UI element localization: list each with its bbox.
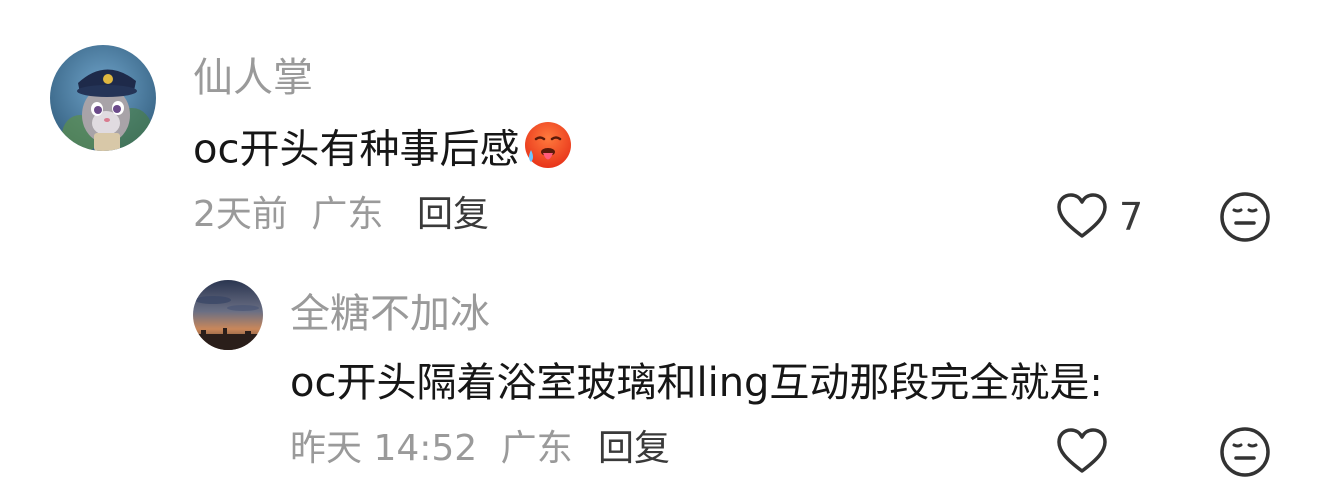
heart-icon xyxy=(1057,428,1107,473)
reply-username[interactable]: 全糖不加冰 xyxy=(290,294,490,334)
comment-username[interactable]: 仙人掌 xyxy=(193,58,313,98)
reply-content: oc开头隔着浴室玻璃和ling互动那段完全就是: xyxy=(290,360,1103,406)
like-button[interactable] xyxy=(1056,427,1108,475)
comment-content: oc开头有种事后感 xyxy=(193,122,573,177)
hot-face-emoji xyxy=(523,120,573,177)
dislike-button[interactable] xyxy=(1219,426,1271,478)
comment-item: 仙人掌 oc开头有种事后感 2天前 广东 回复 7 xyxy=(0,0,1320,260)
like-button[interactable] xyxy=(1056,192,1108,240)
reply-button[interactable]: 回复 xyxy=(417,197,489,233)
comment-location: 广东 xyxy=(311,194,384,235)
like-count: 7 xyxy=(1119,195,1144,239)
reply-time: 昨天 14:52 xyxy=(290,428,478,469)
reply-button[interactable]: 回复 xyxy=(598,431,670,467)
comment-meta: 2天前 广东 xyxy=(193,197,383,233)
reply-location: 广东 xyxy=(500,428,573,469)
reply-meta: 昨天 14:52 广东 xyxy=(290,431,573,467)
comment-text: oc开头有种事后感 xyxy=(193,126,520,173)
dislike-button[interactable] xyxy=(1219,191,1271,243)
reply-avatar[interactable] xyxy=(193,280,263,350)
heart-icon xyxy=(1057,193,1107,238)
expressionless-face-icon xyxy=(1220,192,1270,242)
comment-time: 2天前 xyxy=(193,194,288,235)
expressionless-face-icon xyxy=(1220,427,1270,477)
avatar[interactable] xyxy=(50,45,156,151)
reply-item: 全糖不加冰 oc开头隔着浴室玻璃和ling互动那段完全就是: 昨天 14:52 … xyxy=(0,260,1320,482)
